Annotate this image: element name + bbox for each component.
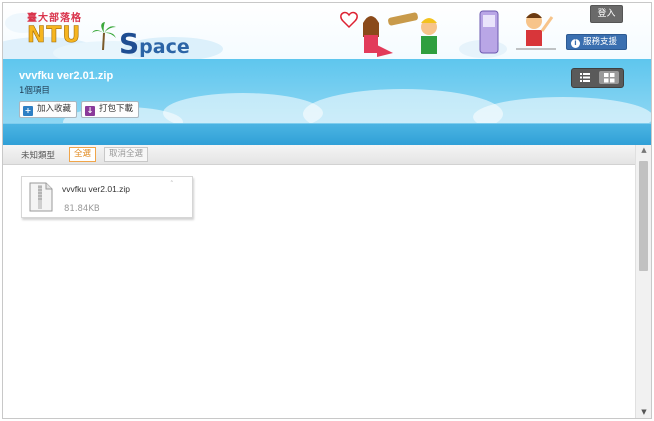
deselect-all-button[interactable]: 取消全選 (104, 147, 149, 162)
file-card[interactable]: vvvfku ver2.01.zip 81.84KB ˄ (21, 176, 193, 218)
file-name[interactable]: vvvfku ver2.01.zip (62, 184, 130, 194)
view-toggle (571, 68, 624, 88)
palm-tree-icon (92, 22, 116, 51)
scroll-up-arrow-icon[interactable]: ▲ (636, 145, 651, 156)
info-icon: i (571, 39, 580, 48)
download-box-icon: ↓ (85, 106, 95, 116)
band-cloud-decoration (473, 97, 651, 123)
select-all-button[interactable]: 全選 (69, 147, 97, 162)
service-support-label: 服務支援 (583, 37, 618, 47)
grid-view-icon[interactable] (599, 71, 619, 84)
service-support-button[interactable]: i 服務支援 (566, 34, 627, 50)
logo-space: Space (119, 27, 190, 60)
band-cloud-decoration (163, 93, 323, 123)
page-scrollbar[interactable]: ▲ ▼ (635, 145, 651, 418)
browser-frame: 臺大部落格 NTU Space 登入 i 服務支援 vvvfku ver2.01… (2, 2, 652, 419)
phone-character-illustration (459, 10, 556, 58)
blue-divider-strip (3, 123, 651, 146)
add-favorite-button[interactable]: + 加入收藏 (19, 101, 78, 118)
scrollbar-thumb[interactable] (639, 161, 648, 271)
site-header: 臺大部落格 NTU Space 登入 i 服務支援 (3, 3, 651, 60)
folder-title: vvvfku ver2.01.zip (19, 70, 114, 82)
plus-square-icon: + (23, 106, 33, 116)
download-all-button[interactable]: ↓ 打包下載 (81, 101, 140, 118)
scroll-down-arrow-icon[interactable]: ▼ (636, 407, 651, 418)
item-count: 1個項目 (19, 86, 50, 96)
login-button[interactable]: 登入 (590, 5, 623, 23)
zip-file-icon (29, 182, 53, 212)
logo-tagline: 臺大部落格 (27, 13, 82, 24)
logo-ntu: NTU (27, 23, 82, 49)
filter-bar: 未知類型 全選 取消全選 (3, 145, 635, 165)
file-type-filter[interactable]: 未知類型 (21, 149, 55, 161)
add-favorite-label: 加入收藏 (37, 104, 72, 114)
file-size: 81.84KB (64, 204, 100, 214)
file-card-chevron[interactable]: ˄ (170, 180, 174, 188)
folder-title-band: vvvfku ver2.01.zip 1個項目 + 加入收藏 ↓ 打包下載 (3, 59, 651, 123)
list-view-icon[interactable] (575, 71, 595, 84)
download-all-label: 打包下載 (99, 104, 134, 114)
